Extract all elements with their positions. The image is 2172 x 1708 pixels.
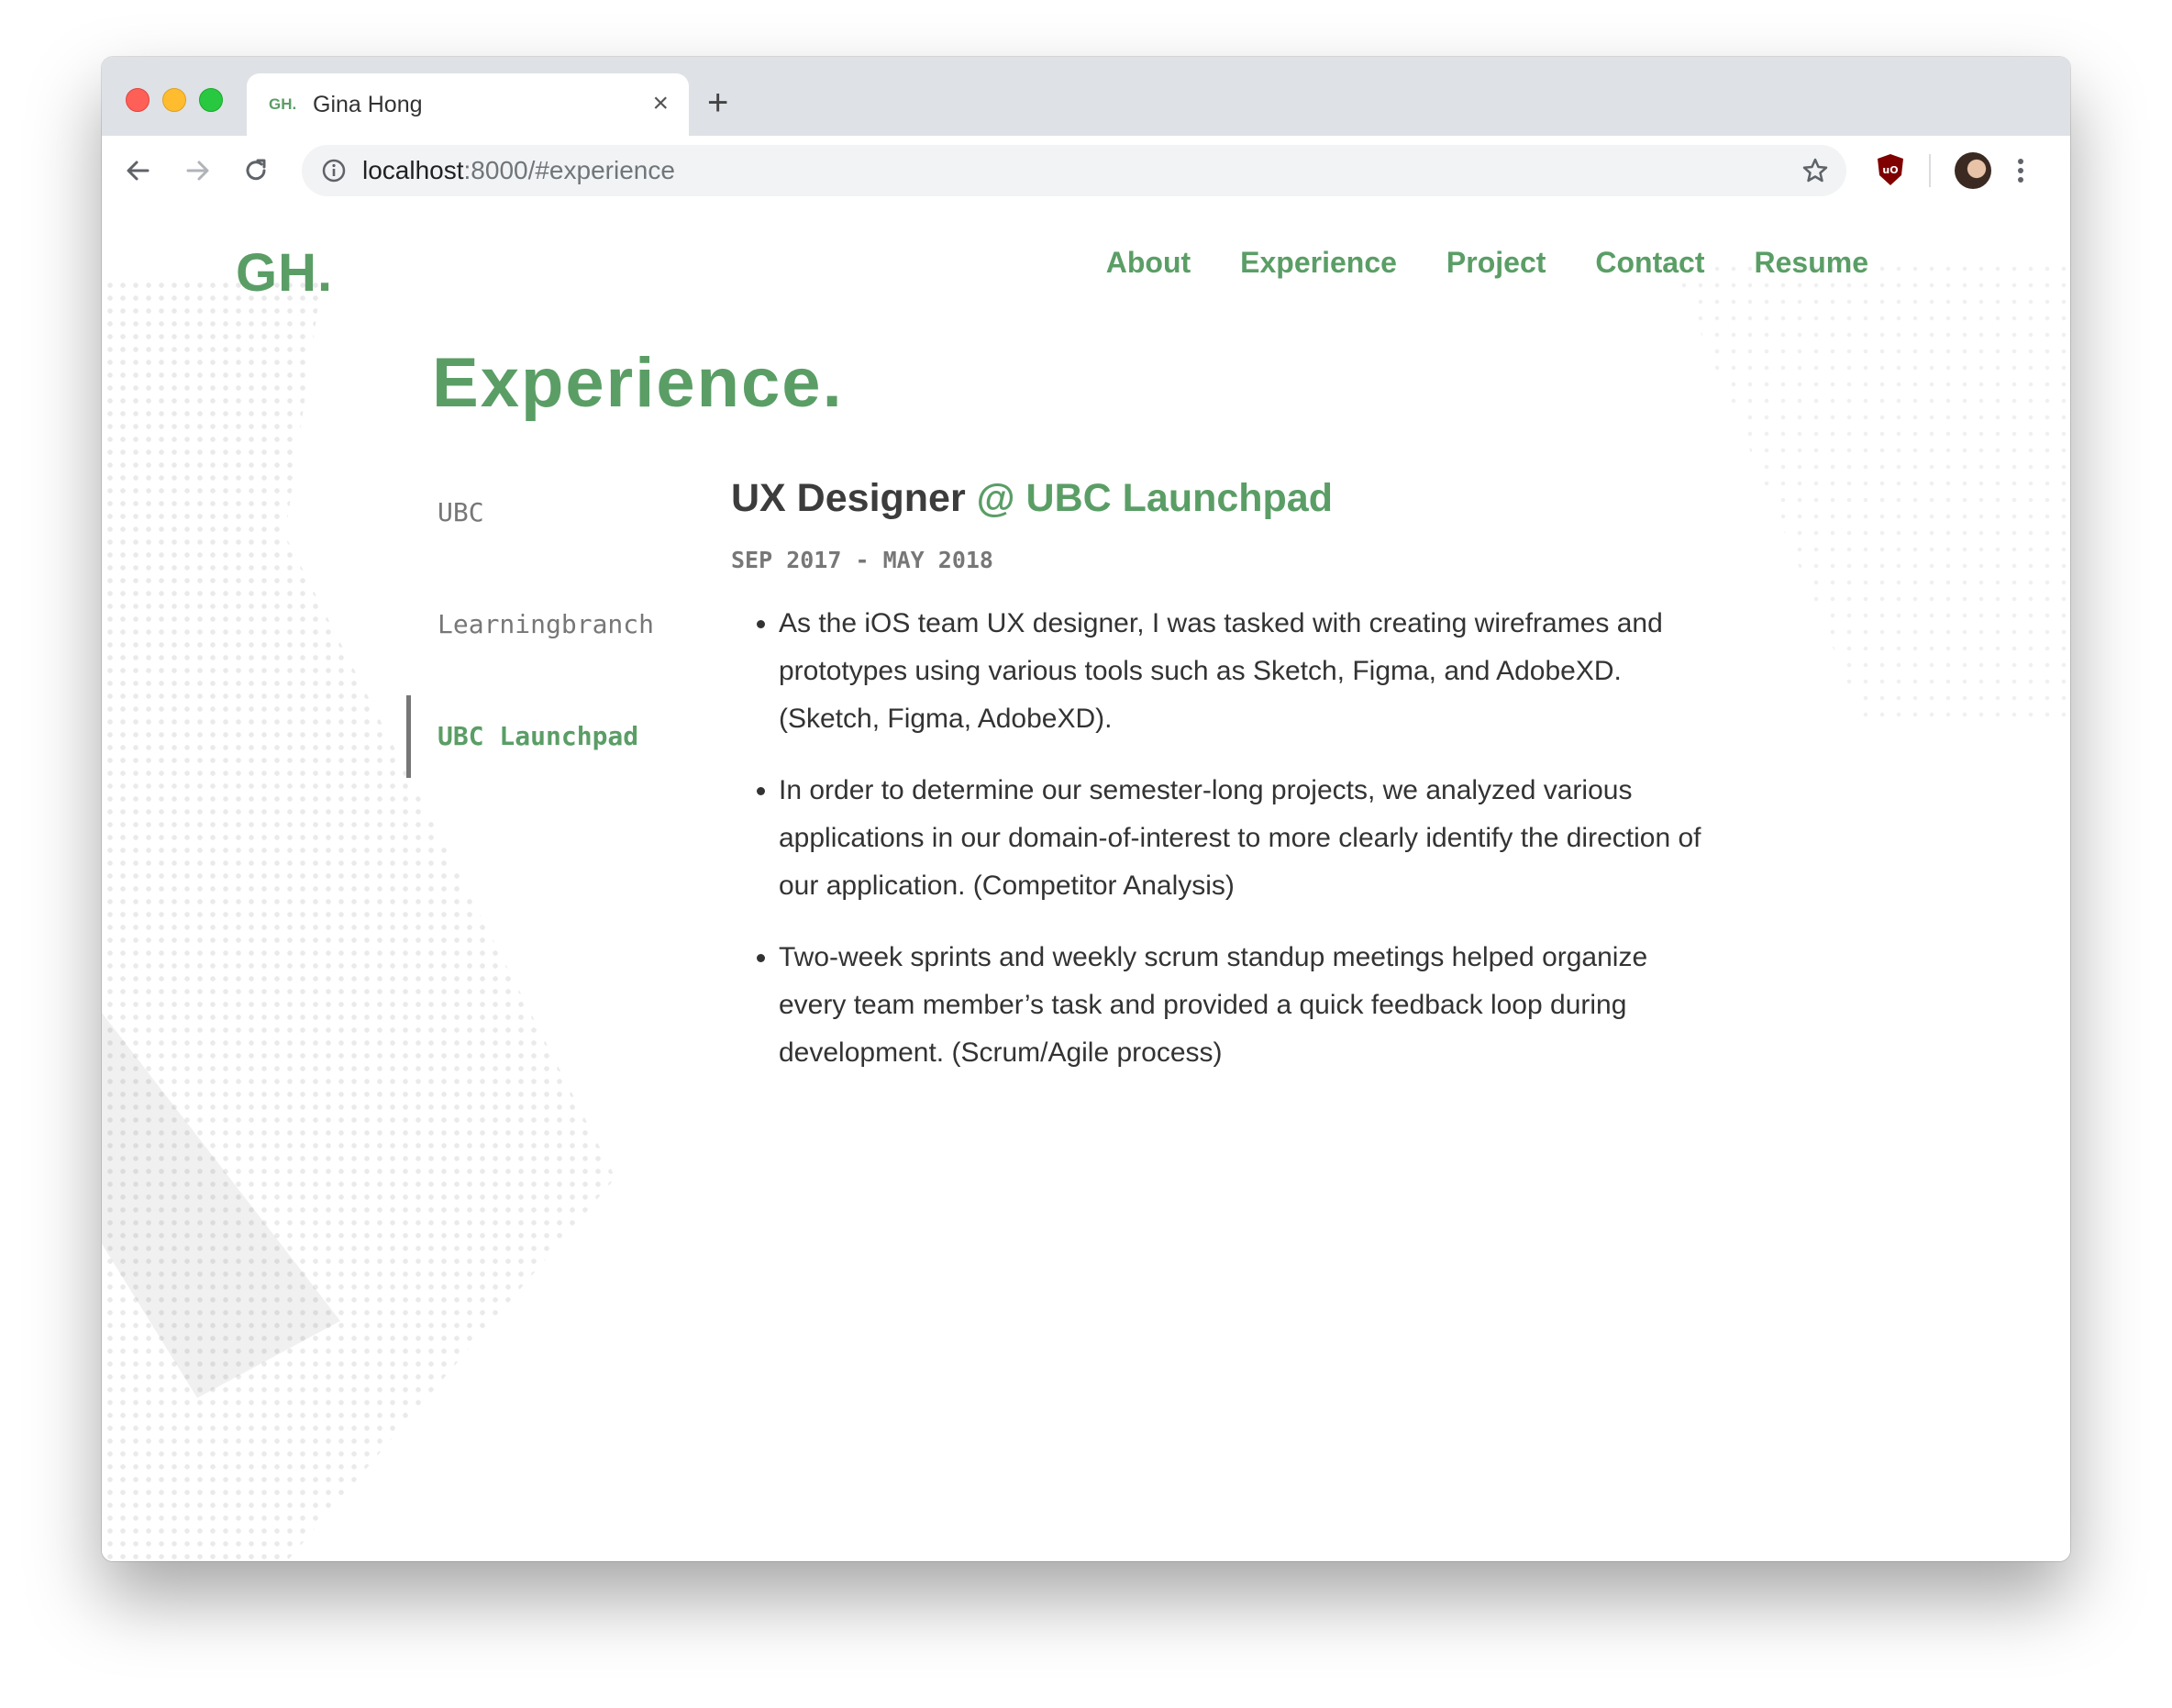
webpage: GH. About Experience Project Contact Res… (102, 205, 2070, 1561)
tab-title: Gina Hong (313, 92, 423, 117)
url-path: :8000/#experience (463, 156, 675, 184)
url-text[interactable]: localhost:8000/#experience (362, 156, 675, 185)
job-description-list: As the iOS team UX designer, I was taske… (731, 600, 1714, 1101)
ublock-extension-icon[interactable]: uO (1872, 151, 1909, 188)
nav-about[interactable]: About (1106, 246, 1191, 280)
job-heading: UX Designer @ UBC Launchpad (731, 476, 1333, 521)
minimize-window-button[interactable] (162, 88, 186, 112)
job-dates: SEP 2017 - MAY 2018 (731, 547, 993, 573)
site-nav: About Experience Project Contact Resume (1106, 246, 1868, 280)
info-icon[interactable] (320, 157, 348, 184)
new-tab-icon[interactable]: + (707, 84, 728, 121)
browser-window: GH. Gina Hong × + localhost:8000/#experi… (102, 57, 2070, 1561)
browser-toolbar: localhost:8000/#experience uO (102, 136, 2070, 207)
browser-menu-icon[interactable] (2013, 152, 2028, 189)
job-role: UX Designer (731, 476, 966, 520)
job-tab-ubc-launchpad[interactable]: UBC Launchpad (406, 695, 700, 778)
job-tab-learningbranch[interactable]: Learningbranch (406, 583, 700, 666)
close-tab-icon[interactable]: × (652, 90, 669, 117)
toolbar-separator (1929, 154, 1931, 187)
back-arrow-icon[interactable] (120, 152, 157, 189)
nav-experience[interactable]: Experience (1240, 246, 1397, 280)
section-title: Experience. (432, 344, 844, 422)
reload-icon[interactable] (238, 152, 274, 189)
svg-text:uO: uO (1882, 164, 1898, 176)
url-host: localhost (362, 156, 464, 184)
list-item: Two-week sprints and weekly scrum standu… (779, 934, 1714, 1077)
favicon-icon: GH. (269, 95, 297, 113)
job-tab-ubc[interactable]: UBC (406, 471, 700, 554)
maximize-window-button[interactable] (199, 88, 223, 112)
browser-tab[interactable]: GH. Gina Hong × (247, 73, 689, 136)
nav-contact[interactable]: Contact (1595, 246, 1704, 280)
forward-arrow-icon[interactable] (179, 152, 216, 189)
job-company[interactable]: @ UBC Launchpad (977, 476, 1333, 520)
list-item: As the iOS team UX designer, I was taske… (779, 600, 1714, 743)
list-item: In order to determine our semester-long … (779, 767, 1714, 910)
tab-strip: GH. Gina Hong × + (102, 57, 2070, 136)
nav-project[interactable]: Project (1446, 246, 1546, 280)
bookmark-star-icon[interactable] (1801, 156, 1830, 185)
site-logo[interactable]: GH. (236, 242, 333, 304)
profile-avatar[interactable] (1955, 152, 1991, 189)
close-window-button[interactable] (126, 88, 150, 112)
nav-resume[interactable]: Resume (1755, 246, 1869, 280)
address-bar[interactable]: localhost:8000/#experience (302, 145, 1846, 196)
